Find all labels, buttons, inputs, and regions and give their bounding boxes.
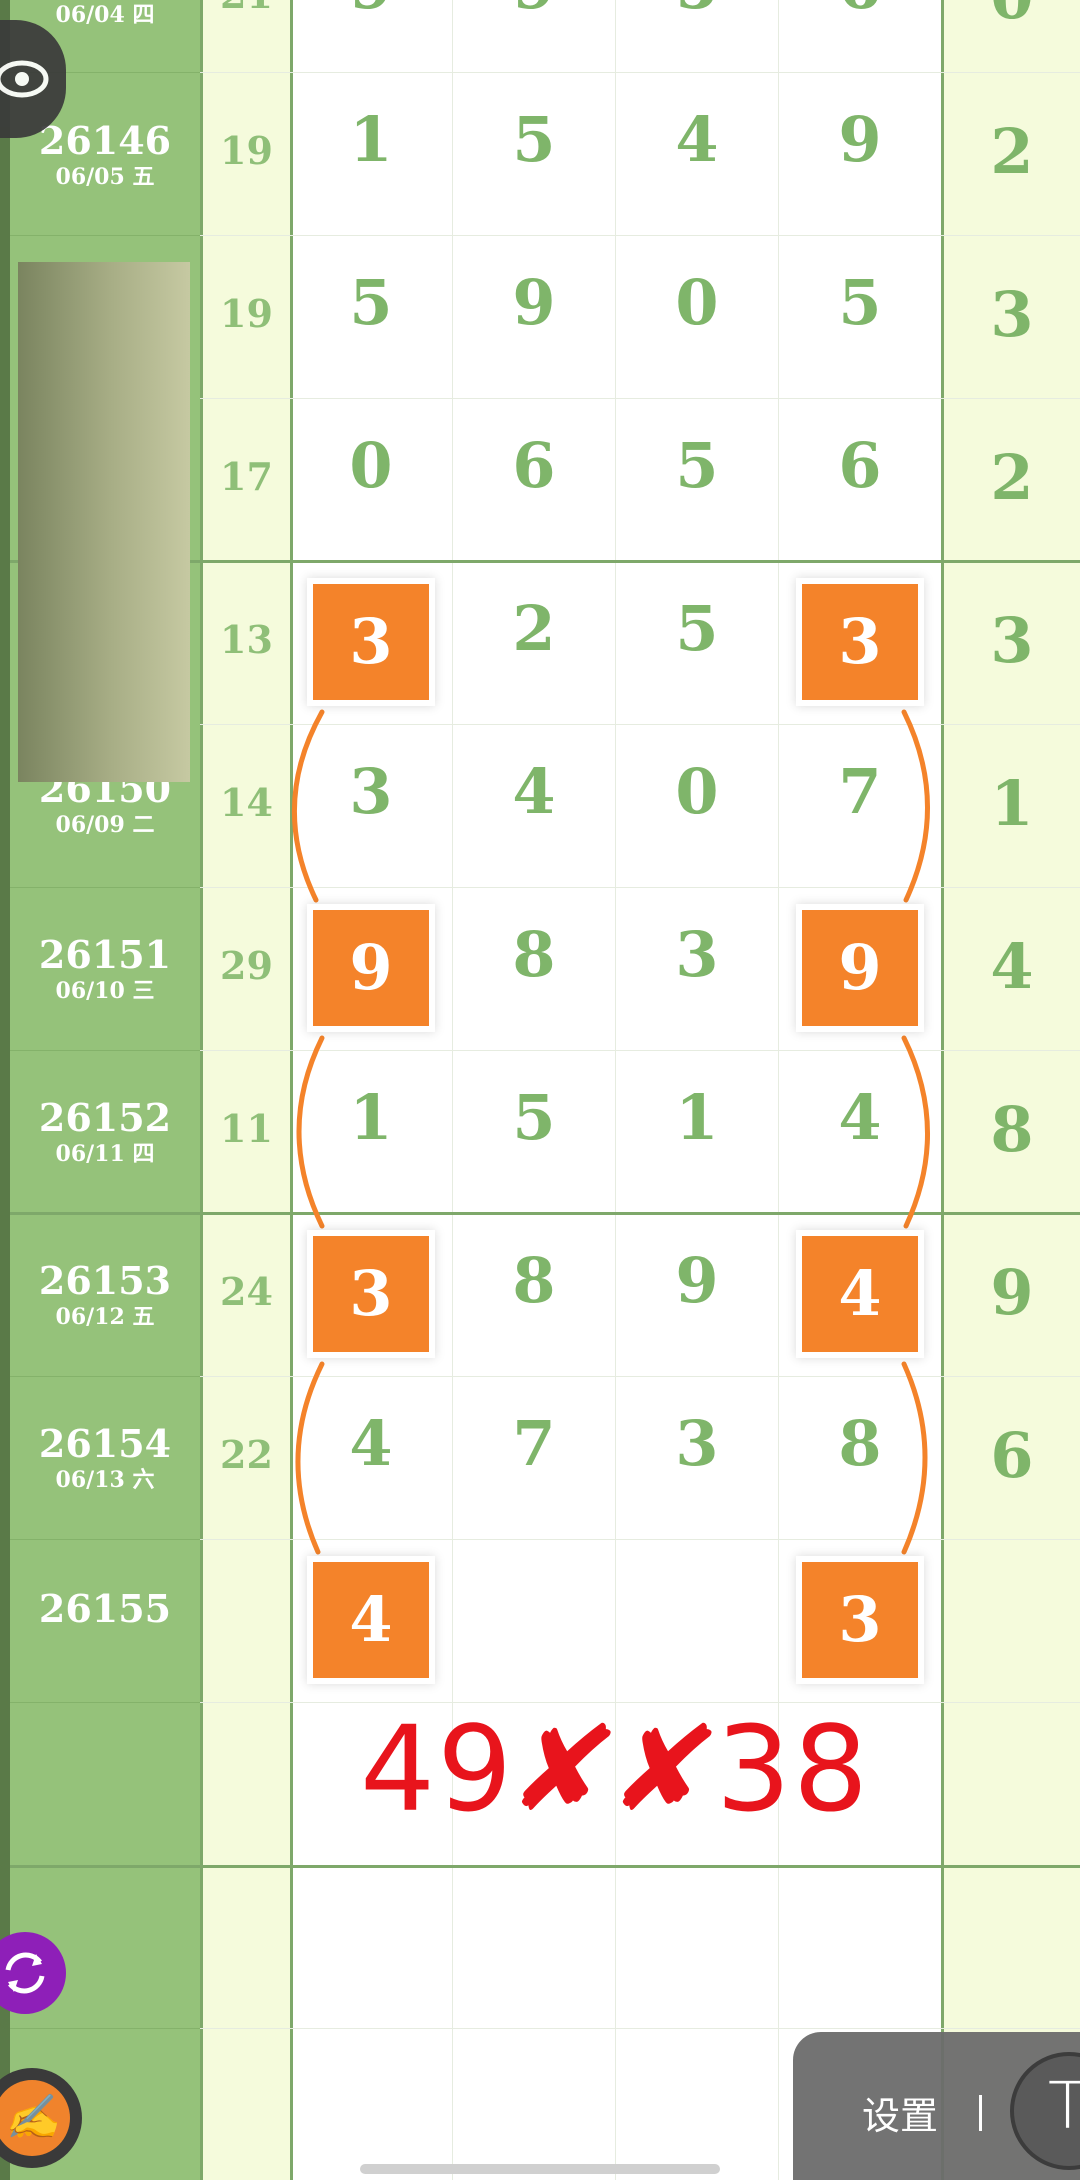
arc-right xyxy=(901,1035,930,1229)
eye-icon xyxy=(0,60,49,98)
prediction-cross: ✘✘ xyxy=(499,1700,731,1838)
prediction-part: 49 xyxy=(360,1700,515,1838)
highlight-box: 9 xyxy=(313,910,429,1026)
home-indicator[interactable] xyxy=(360,2164,720,2174)
highlight-box: 4 xyxy=(313,1562,429,1678)
arc-right xyxy=(901,1361,928,1555)
highlight-box: 3 xyxy=(802,1562,918,1678)
arc-left xyxy=(291,709,325,903)
sync-button[interactable] xyxy=(0,1932,66,2014)
prediction-part: 38 xyxy=(715,1700,871,1838)
highlight-box: 4 xyxy=(802,1236,918,1352)
eye-button[interactable] xyxy=(0,20,66,138)
toolbar-separator xyxy=(979,2095,982,2131)
arc-left xyxy=(295,1361,325,1555)
text-tool-icon: T xyxy=(1048,2070,1080,2144)
highlight-box: 3 xyxy=(313,584,429,700)
highlight-box: 9 xyxy=(802,910,918,1026)
arc-left xyxy=(296,1035,325,1229)
highlight-box: 3 xyxy=(802,584,918,700)
highlight-box: 3 xyxy=(313,1236,429,1352)
settings-button[interactable]: 设置 xyxy=(862,2085,938,2140)
arc-annotations xyxy=(291,709,930,1555)
arc-right xyxy=(901,709,930,903)
sync-icon xyxy=(5,1952,45,1994)
prediction-text: 49✘✘38 xyxy=(360,1700,870,1838)
